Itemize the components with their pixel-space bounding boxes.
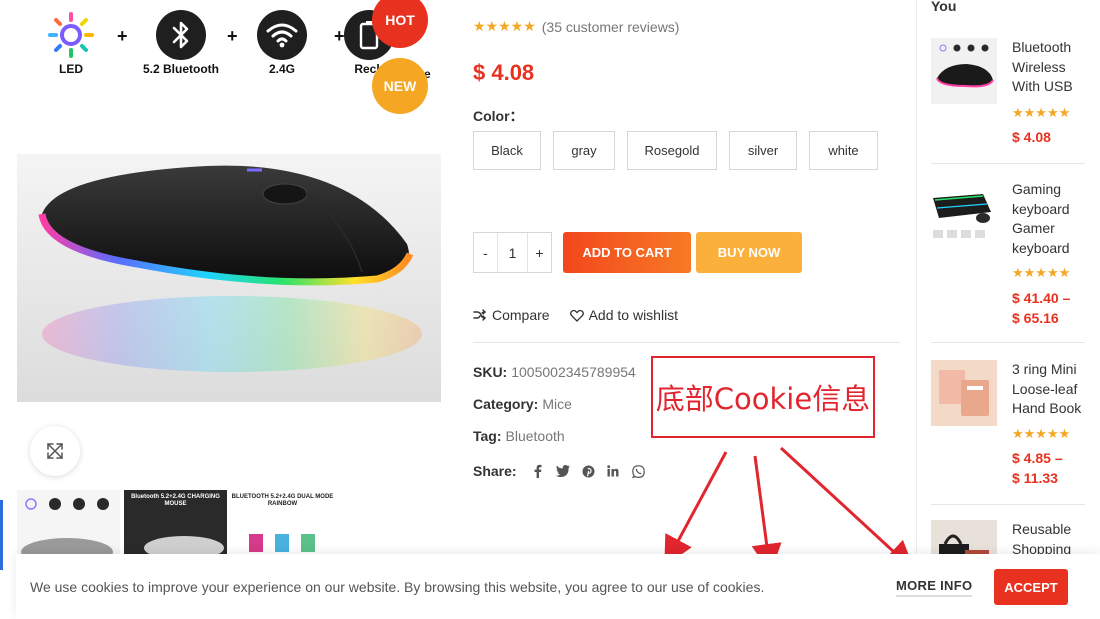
divider [931, 342, 1085, 343]
plus-sign: + [117, 26, 128, 46]
sidebar-product-1[interactable]: Bluetooth Wireless With USB ★★★★★ $ 4.08 [931, 38, 1085, 148]
rating-stars: ★★★★★ [473, 18, 536, 34]
tag-link[interactable]: Bluetooth [506, 428, 565, 444]
review-count-link[interactable]: (35 customer reviews) [542, 19, 680, 35]
sidebar-product-3[interactable]: 3 ring Mini Loose-leaf Hand Book ★★★★★ $… [931, 360, 1085, 500]
expand-icon [47, 443, 63, 459]
add-to-cart-button[interactable]: ADD TO CART [563, 232, 691, 273]
annotation-arrow-1 [664, 451, 728, 567]
thumbnail-2[interactable]: Bluetooth 5.2+2.4G CHARGING MOUSE [124, 490, 227, 560]
tag-label: Tag: [473, 428, 502, 444]
zoom-button[interactable] [30, 426, 80, 476]
annotation-arrow-3 [779, 446, 915, 572]
sku-label: SKU: [473, 364, 508, 380]
color-option-gray[interactable]: gray [553, 131, 615, 170]
sidebar-product-2-rating: ★★★★★ [1012, 265, 1071, 280]
plus-sign: + [227, 26, 238, 46]
sidebar-product-2-price-min: $ 41.40 – [1012, 290, 1071, 306]
divider [931, 504, 1085, 505]
color-option-white[interactable]: white [809, 131, 878, 170]
quantity-increase-button[interactable]: + [528, 233, 551, 272]
sidebar-product-1-rating: ★★★★★ [1012, 105, 1071, 120]
color-option-silver[interactable]: silver [729, 131, 797, 170]
plus-sign: + [334, 26, 345, 46]
divider [473, 342, 900, 343]
feature-led-label: LED [59, 62, 83, 76]
shuffle-icon [473, 309, 486, 321]
rating-line: ★★★★★ (35 customer reviews) [473, 18, 679, 35]
linkedin-icon[interactable] [606, 464, 621, 479]
category-row: Category: Mice [473, 396, 572, 412]
quantity-stepper: - 1 + [473, 232, 552, 273]
sidebar-product-1-image[interactable] [931, 38, 997, 104]
led-light-icon [46, 10, 96, 60]
whatsapp-icon[interactable] [631, 464, 646, 479]
annotation-label: 底部Cookie信息 [651, 356, 875, 438]
wishlist-label: Add to wishlist [588, 307, 679, 323]
cookie-message: We use cookies to improve your experienc… [30, 579, 765, 595]
heart-icon [569, 309, 584, 322]
color-option-rosegold[interactable]: Rosegold [627, 131, 717, 170]
wishlist-link[interactable]: Add to wishlist [569, 307, 679, 323]
color-swatches: Black gray Rosegold silver white [473, 131, 878, 170]
sidebar-product-1-name[interactable]: Bluetooth Wireless With USB [1012, 38, 1092, 97]
sidebar-product-3-name[interactable]: 3 ring Mini Loose-leaf Hand Book [1012, 360, 1092, 419]
sidebar-product-3-price-max: $ 11.33 [1012, 470, 1058, 486]
more-info-link[interactable]: MORE INFO [896, 578, 973, 597]
share-label: Share: [473, 463, 517, 479]
twitter-icon[interactable] [556, 464, 571, 479]
accept-cookies-button[interactable]: ACCEPT [994, 569, 1068, 605]
divider [931, 163, 1085, 164]
feature-bluetooth: 5.2 Bluetooth [136, 10, 226, 76]
product-actions: Compare Add to wishlist [473, 307, 678, 323]
share-row: Share: [473, 463, 646, 479]
sku-value: 1005002345789954 [511, 364, 636, 380]
product-main-image[interactable] [17, 154, 441, 402]
sidebar-product-3-image[interactable] [931, 360, 997, 426]
sidebar-product-3-rating: ★★★★★ [1012, 426, 1071, 441]
related-products-sidebar: You Bluetooth Wireless With USB ★★★★★ $ … [916, 0, 1100, 619]
buy-now-button[interactable]: BUY NOW [696, 232, 802, 273]
thumbnail-1[interactable] [17, 490, 120, 560]
thumbnail-3[interactable]: BLUETOOTH 5.2+2.4G DUAL MODE RAINBOW [231, 490, 334, 560]
category-link[interactable]: Mice [542, 396, 572, 412]
color-label: Color： [473, 108, 524, 124]
feature-24g-label: 2.4G [268, 62, 295, 76]
tag-row: Tag: Bluetooth [473, 428, 565, 444]
feature-24g: 2.4G [257, 10, 307, 76]
facebook-icon[interactable] [531, 464, 546, 479]
bluetooth-icon [156, 10, 206, 60]
product-price: $ 4.08 [473, 60, 535, 85]
compare-link[interactable]: Compare [473, 307, 550, 323]
compare-label: Compare [492, 307, 550, 323]
pinterest-icon[interactable] [581, 464, 596, 479]
color-option-black[interactable]: Black [473, 131, 541, 170]
sku-row: SKU: 1005002345789954 [473, 364, 636, 380]
quantity-input[interactable]: 1 [497, 233, 528, 272]
sidebar-product-1-price: $ 4.08 [1012, 129, 1051, 145]
scroll-indicator [0, 500, 3, 570]
quantity-decrease-button[interactable]: - [474, 233, 497, 272]
cookie-notice-bar: We use cookies to improve your experienc… [16, 554, 1100, 619]
sidebar-product-3-price-min: $ 4.85 – [1012, 450, 1063, 466]
feature-led: LED [46, 10, 96, 76]
new-badge: NEW [372, 58, 428, 114]
wifi-icon [257, 10, 307, 60]
category-label: Category: [473, 396, 539, 412]
annotation-arrow-2 [751, 455, 782, 574]
sidebar-product-2-image[interactable] [931, 180, 997, 246]
sidebar-product-2[interactable]: Gaming keyboard Gamer keyboard ★★★★★ $ 4… [931, 180, 1085, 340]
feature-bluetooth-label: 5.2 Bluetooth [142, 62, 219, 76]
sidebar-product-2-name[interactable]: Gaming keyboard Gamer keyboard [1012, 180, 1092, 258]
sidebar-title: You [931, 0, 957, 14]
sidebar-product-2-price-max: $ 65.16 [1012, 310, 1059, 326]
